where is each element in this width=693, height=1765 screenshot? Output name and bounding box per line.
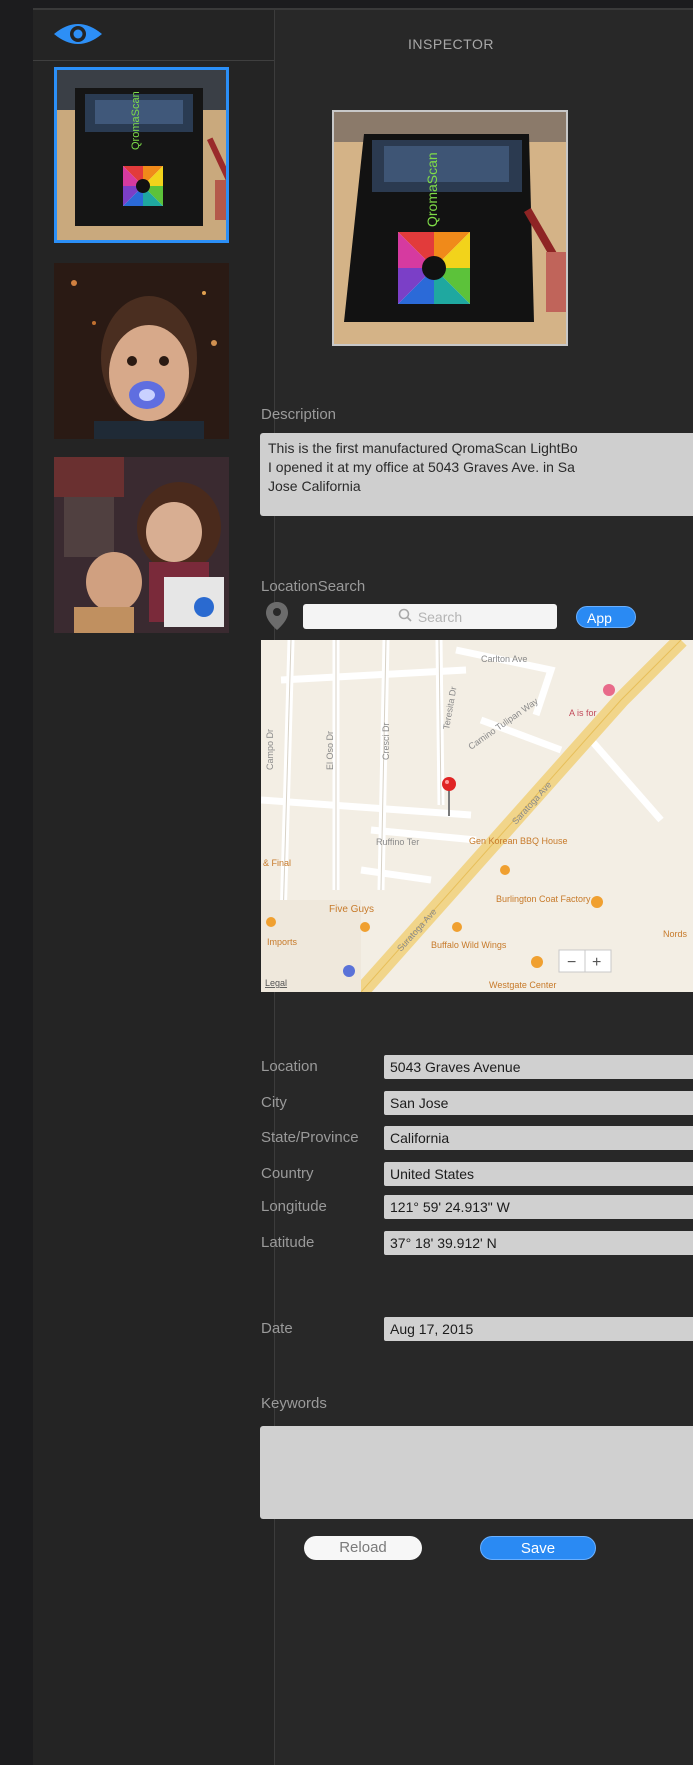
poi-label-aisfor: A is for xyxy=(569,708,597,718)
preview-image: QromaScan xyxy=(332,110,568,346)
poi-label-buffalo: Buffalo Wild Wings xyxy=(431,940,507,950)
svg-text:QromaScan: QromaScan xyxy=(424,152,440,227)
country-label: Country xyxy=(261,1165,314,1182)
sidebar-header xyxy=(33,10,274,61)
description-field[interactable]: This is the first manufactured QromaScan… xyxy=(260,433,693,516)
apply-button[interactable]: App xyxy=(576,606,636,628)
thumbnail-item[interactable] xyxy=(54,263,229,439)
zoom-in-button[interactable]: + xyxy=(592,954,601,971)
search-placeholder: Search xyxy=(417,608,463,625)
map-view[interactable]: Carlton Ave Campo Dr El Oso Dr Cresci Dr… xyxy=(261,640,693,992)
country-field[interactable]: United States xyxy=(384,1162,693,1186)
longitude-field[interactable]: 121° 59' 24.913" W xyxy=(384,1195,693,1219)
svg-text:QromaScan: QromaScan xyxy=(130,91,142,150)
search-icon xyxy=(398,608,412,625)
latitude-label: Latitude xyxy=(261,1234,315,1251)
zoom-control[interactable]: − + xyxy=(558,949,612,973)
state-province-label: State/Province xyxy=(261,1129,359,1146)
city-label: City xyxy=(261,1094,287,1111)
poi-label-gen-korean: Gen Korean BBQ House xyxy=(469,836,568,846)
thumbnail-image-child xyxy=(54,263,229,439)
keywords-field[interactable] xyxy=(260,1426,693,1519)
inspector-title: INSPECTOR xyxy=(408,36,494,52)
street-label-campo: Campo Dr xyxy=(265,729,275,770)
city-field[interactable]: San Jose xyxy=(384,1091,693,1115)
poi-label-final: & Final xyxy=(263,858,291,868)
eye-icon[interactable] xyxy=(52,20,104,53)
street-label-carlton: Carlton Ave xyxy=(481,654,527,664)
map-pin-icon xyxy=(265,601,289,636)
location-search-input[interactable]: Search xyxy=(303,604,557,629)
location-search-label: LocationSearch xyxy=(261,578,366,595)
location-field[interactable]: 5043 Graves Avenue xyxy=(384,1055,693,1079)
poi-label-westgate: Westgate Center xyxy=(489,980,556,990)
longitude-label: Longitude xyxy=(261,1198,327,1215)
thumbnail-image-lightbox: QromaScan xyxy=(57,70,226,240)
keywords-label: Keywords xyxy=(261,1395,327,1412)
thumbnail-image-kids xyxy=(54,457,229,633)
latitude-field[interactable]: 37° 18' 39.912' N xyxy=(384,1231,693,1255)
save-button[interactable]: Save xyxy=(480,1536,596,1560)
map-legal-link[interactable]: Legal xyxy=(265,978,287,988)
date-label: Date xyxy=(261,1320,293,1337)
thumbnail-sidebar: QromaScan xyxy=(33,10,275,1765)
street-label-cresci: Cresci Dr xyxy=(381,722,391,760)
poi-label-nords: Nords xyxy=(663,929,688,939)
thumbnail-item[interactable] xyxy=(54,457,229,633)
poi-label-burlington: Burlington Coat Factory xyxy=(496,894,591,904)
location-label: Location xyxy=(261,1058,318,1075)
street-label-eloso: El Oso Dr xyxy=(325,731,335,770)
date-field[interactable]: Aug 17, 2015 xyxy=(384,1317,693,1341)
state-province-field[interactable]: California xyxy=(384,1126,693,1150)
poi-label-five-guys: Five Guys xyxy=(329,904,374,915)
description-label: Description xyxy=(261,406,337,423)
zoom-out-button[interactable]: − xyxy=(567,954,576,971)
thumbnail-item[interactable]: QromaScan xyxy=(54,67,229,243)
poi-label-imports: Imports xyxy=(267,937,298,947)
reload-button[interactable]: Reload xyxy=(304,1536,422,1560)
street-label-ruffino: Ruffino Ter xyxy=(376,837,419,847)
